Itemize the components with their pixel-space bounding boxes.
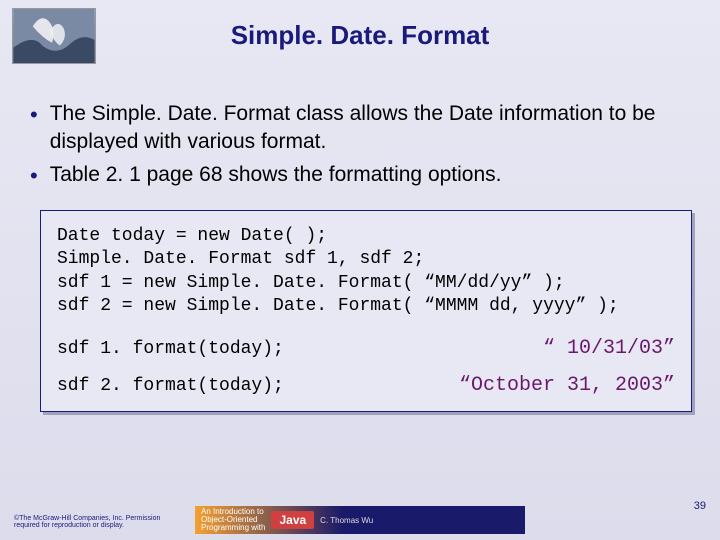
footer: ©The McGraw-Hill Companies, Inc. Permiss… bbox=[0, 500, 720, 540]
format-result: “ 10/31/03” bbox=[543, 337, 675, 360]
format-example-row: sdf 1. format(today); “ 10/31/03” bbox=[57, 337, 675, 360]
book-banner: An Introduction to Object-Oriented Progr… bbox=[195, 506, 525, 534]
code-line: sdf 2 = new Simple. Date. Format( “MMMM … bbox=[57, 295, 675, 318]
bullet-dot-icon: • bbox=[30, 100, 38, 130]
code-line: Date today = new Date( ); bbox=[57, 225, 675, 248]
bullet-text: Table 2. 1 page 68 shows the formatting … bbox=[50, 161, 502, 189]
banner-intro: An Introduction to Object-Oriented Progr… bbox=[201, 508, 265, 532]
format-call: sdf 2. format(today); bbox=[57, 376, 284, 396]
format-result: “October 31, 2003” bbox=[459, 374, 675, 397]
code-box: Date today = new Date( ); Simple. Date. … bbox=[40, 210, 692, 412]
page-number: 39 bbox=[694, 500, 706, 512]
banner-author: C. Thomas Wu bbox=[320, 516, 373, 525]
code-line: sdf 1 = new Simple. Date. Format( “MM/dd… bbox=[57, 272, 675, 295]
banner-intro-line: Programming with bbox=[201, 524, 265, 532]
bullet-item: • The Simple. Date. Format class allows … bbox=[30, 100, 690, 157]
code-line: Simple. Date. Format sdf 1, sdf 2; bbox=[57, 248, 675, 271]
bullet-dot-icon: • bbox=[30, 161, 38, 191]
java-badge: Java bbox=[271, 511, 314, 529]
code-block: Date today = new Date( ); Simple. Date. … bbox=[57, 225, 675, 319]
slide-title: Simple. Date. Format bbox=[0, 20, 720, 51]
bullet-item: • Table 2. 1 page 68 shows the formattin… bbox=[30, 161, 690, 191]
slide: Simple. Date. Format • The Simple. Date.… bbox=[0, 0, 720, 540]
copyright-text: ©The McGraw-Hill Companies, Inc. Permiss… bbox=[14, 515, 174, 530]
format-call: sdf 1. format(today); bbox=[57, 339, 284, 359]
format-example-row: sdf 2. format(today); “October 31, 2003” bbox=[57, 374, 675, 397]
bullet-text: The Simple. Date. Format class allows th… bbox=[50, 100, 690, 157]
bullet-list: • The Simple. Date. Format class allows … bbox=[30, 100, 690, 194]
